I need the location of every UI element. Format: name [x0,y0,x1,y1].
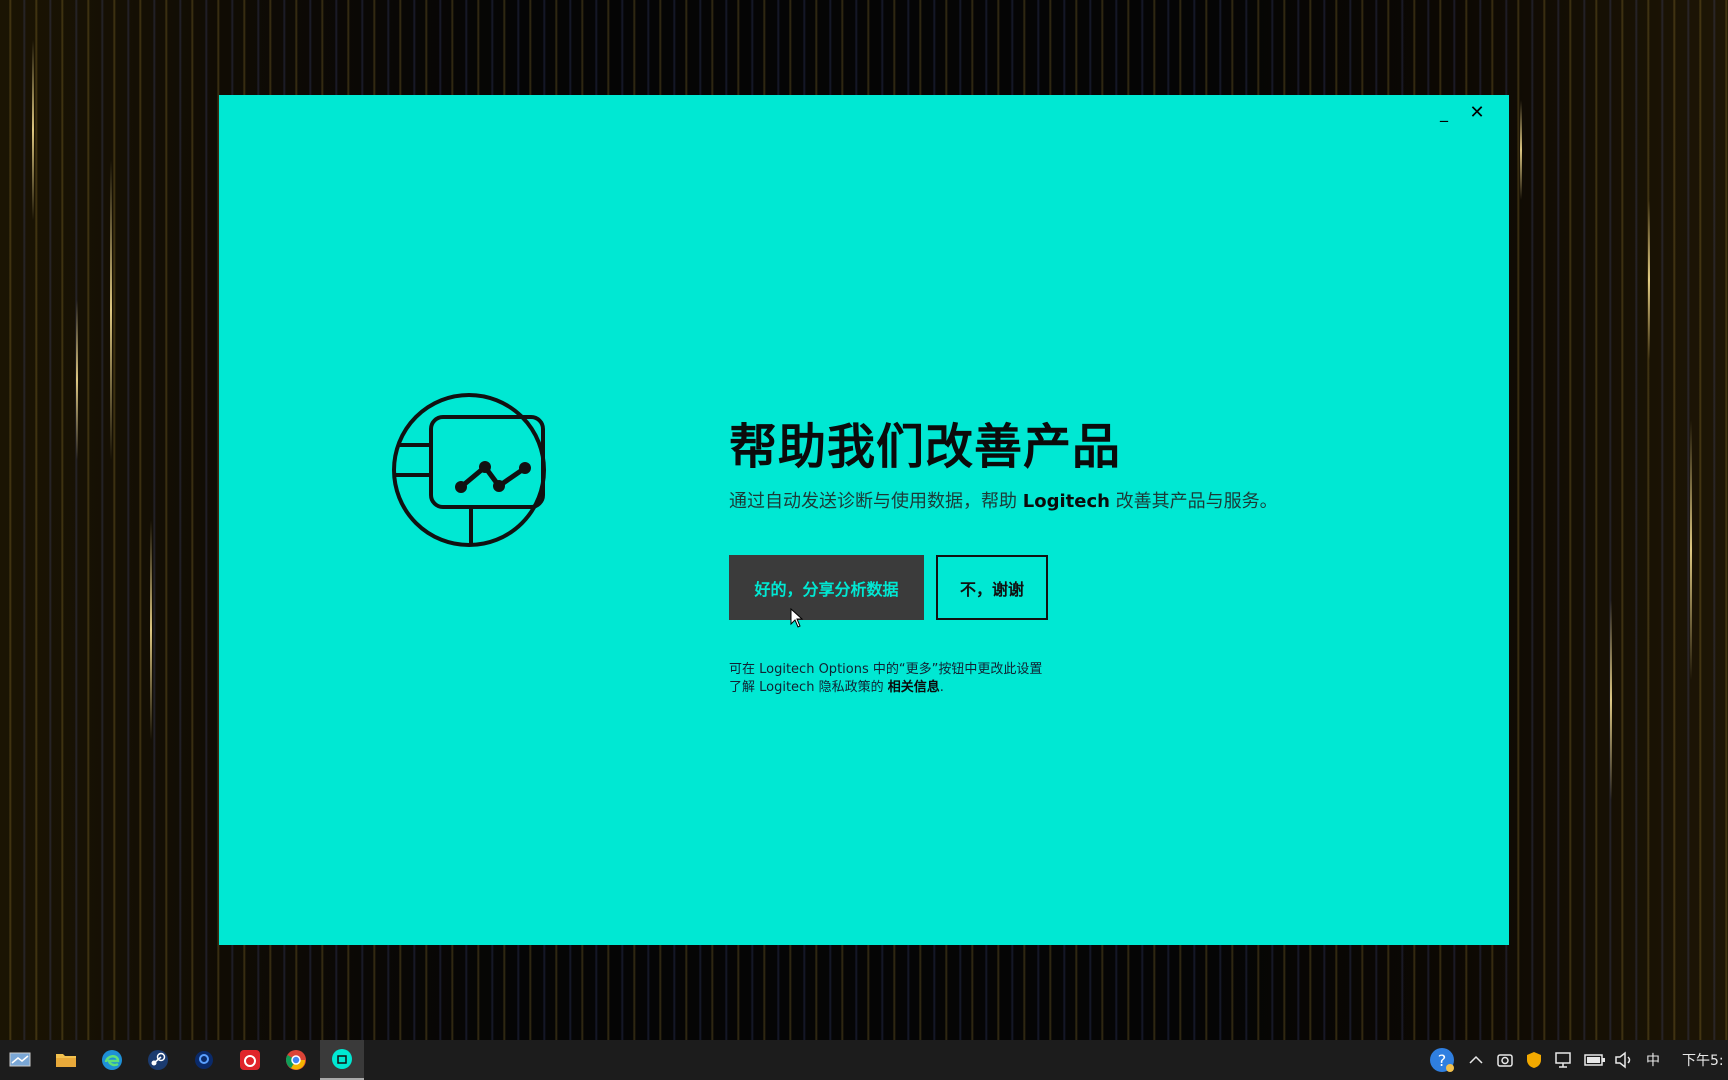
edge-icon[interactable] [98,1046,126,1074]
netease-music-icon[interactable] [236,1046,264,1074]
security-shield-icon[interactable] [1526,1040,1542,1080]
analytics-monitor-icon [389,390,549,550]
clock[interactable]: 下午5: [1682,1040,1724,1080]
wallpaper-streak [76,300,78,460]
subtitle-brand: Logitech [1022,491,1110,512]
share-analytics-button[interactable]: 好的，分享分析数据 [729,555,924,620]
wallpaper-streak [1610,600,1612,800]
logitech-options-icon[interactable] [320,1040,364,1080]
privacy-note: 了解 Logitech 隐私政策的 相关信息. [729,676,944,695]
show-desktop-icon[interactable] [6,1046,34,1074]
wallpaper-streak [32,40,34,220]
file-explorer-icon[interactable] [52,1046,80,1074]
app-blue-icon[interactable] [190,1046,218,1074]
help-icon[interactable]: ? [1428,1040,1456,1080]
decline-button[interactable]: 不，谢谢 [936,555,1048,620]
volume-icon[interactable] [1614,1040,1634,1080]
dialog-title: 帮助我们改善产品 [729,419,1122,475]
taskbar: ? 中 下午5: [0,1040,1728,1080]
svg-text:?: ? [1438,1051,1447,1070]
chrome-icon[interactable] [282,1046,310,1074]
privacy-note-end: . [939,680,944,695]
camera-icon[interactable] [1496,1040,1514,1080]
minimize-button[interactable]: _ [1429,101,1459,125]
wallpaper-streak [110,160,112,460]
dialog-subtitle: 通过自动发送诊断与使用数据，帮助 Logitech 改善其产品与服务。 [729,487,1278,513]
wallpaper-streak [1690,420,1692,680]
settings-note: 可在 Logitech Options 中的“更多”按钮中更改此设置 [729,662,1043,677]
steam-icon[interactable] [144,1046,172,1074]
wallpaper-streak [1648,200,1650,360]
logitech-options-window: _ ✕ 帮助我们改善产品 通过自动发送诊断与使用数据，帮助 Logitech 改… [219,95,1509,945]
close-button[interactable]: ✕ [1462,101,1492,125]
subtitle-text: 通过自动发送诊断与使用数据，帮助 [729,491,1023,512]
network-icon[interactable] [1554,1040,1574,1080]
subtitle-text-end: 改善其产品与服务。 [1109,491,1278,512]
battery-icon[interactable] [1584,1040,1606,1080]
mouse-cursor-icon [790,607,804,628]
privacy-note-text: 了解 Logitech 隐私政策的 [729,680,888,695]
show-hidden-icons-icon[interactable] [1468,1040,1484,1080]
privacy-info-link[interactable]: 相关信息 [888,680,940,695]
input-method-indicator[interactable]: 中 [1646,1040,1660,1080]
wallpaper-streak [150,520,152,740]
wallpaper-streak [1520,100,1522,200]
